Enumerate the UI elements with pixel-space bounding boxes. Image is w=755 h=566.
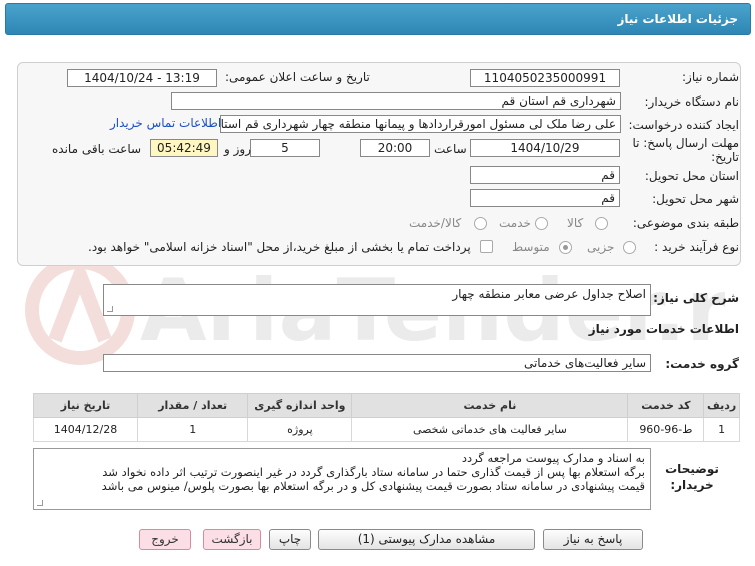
col-qty: تعداد / مقدار (136, 393, 249, 418)
resize-handle-icon[interactable] (107, 306, 113, 312)
days-field[interactable]: 5 (250, 139, 320, 157)
table-row: 1 ط-96-960 سایر فعالیت های خدماتی شخصی پ… (33, 417, 740, 442)
buyer-note-line: به اسناد و مدارک پیوست مراجعه گردد (461, 451, 645, 465)
process-option-minor: جزیی (587, 240, 615, 254)
attachments-button[interactable]: مشاهده مدارک پیوستی (1) (318, 529, 535, 550)
buyer-note-line: برگه استعلام بها پس از قیمت گذاری حتما د… (102, 465, 645, 479)
cell-index: 1 (703, 417, 740, 442)
cell-code: ط-96-960 (627, 417, 705, 442)
days-label: روز و (224, 142, 251, 156)
category-option-goods: کالا (567, 216, 584, 230)
announce-field[interactable]: 1404/10/24 - 13:19 (67, 69, 217, 87)
category-radio-service[interactable] (535, 217, 548, 230)
category-option-goods-service: کالا/خدمت (409, 216, 462, 230)
service-group-field[interactable]: سایر فعالیت‌های خدماتی (103, 354, 651, 372)
category-label: طبقه بندی موضوعی: (632, 216, 739, 230)
city-field[interactable]: قم (470, 189, 620, 207)
buyer-notes-field[interactable]: به اسناد و مدارک پیوست مراجعه گردد برگه … (33, 448, 651, 510)
table-header-row: ردیف کد خدمت نام خدمت واحد اندازه گیری ت… (33, 393, 740, 418)
back-button[interactable]: بازگشت (203, 529, 261, 550)
print-button[interactable]: چاپ (269, 529, 311, 550)
treasury-checkbox[interactable] (480, 240, 493, 253)
category-radio-goods-service[interactable] (474, 217, 487, 230)
col-name: نام خدمت (351, 393, 629, 418)
need-desc-text: اصلاح جداول عرضی معابر منطقه چهار (452, 287, 646, 301)
deadline-label: مهلت ارسال پاسخ: تا تاریخ: (632, 136, 739, 164)
cell-date: 1404/12/28 (33, 417, 138, 442)
buyer-notes-label: توضیحات خریدار: (665, 462, 719, 492)
contact-buyer-link[interactable]: اطلاعات تماس خریدار (110, 116, 221, 130)
city-label: شهر محل تحویل: (652, 192, 739, 206)
col-unit: واحد اندازه گیری (247, 393, 353, 418)
col-index: ردیف (703, 393, 740, 418)
payment-note: پرداخت تمام یا بخشی از مبلغ خرید،از محل … (88, 240, 471, 254)
cell-qty: 1 (136, 417, 249, 442)
creator-field[interactable]: علی رضا ملک لی مسئول امورقراردادها و پیم… (220, 115, 621, 133)
category-radio-goods[interactable] (595, 217, 608, 230)
page-header: جزئیات اطلاعات نیاز (5, 3, 751, 35)
process-label: نوع فرآیند خرید : (654, 240, 739, 254)
deadline-date-field[interactable]: 1404/10/29 (470, 139, 620, 157)
need-desc-label: شرح کلی نیاز: (653, 291, 739, 305)
buyer-org-label: نام دستگاه خریدار: (644, 95, 740, 109)
services-table: ردیف کد خدمت نام خدمت واحد اندازه گیری ت… (33, 393, 740, 442)
cell-unit: پروژه (247, 417, 353, 442)
need-desc-field[interactable]: اصلاح جداول عرضی معابر منطقه چهار (103, 284, 651, 316)
reply-button[interactable]: پاسخ به نیاز (543, 529, 643, 550)
time-label: ساعت (434, 142, 467, 156)
remaining-time-field: 05:42:49 (150, 139, 218, 157)
deadline-time-field[interactable]: 20:00 (360, 139, 430, 157)
service-group-label: گروه خدمت: (665, 357, 739, 371)
process-radio-minor[interactable] (623, 241, 636, 254)
category-option-service: خدمت (499, 216, 531, 230)
need-number-field[interactable]: 1104050235000991 (470, 69, 620, 87)
resize-handle-icon[interactable] (37, 500, 43, 506)
cell-name: سایر فعالیت های خدماتی شخصی (351, 417, 629, 442)
creator-label: ایجاد کننده درخواست: (628, 118, 739, 132)
col-date: تاریخ نیاز (33, 393, 138, 418)
exit-button[interactable]: خروج (139, 529, 191, 550)
process-radio-medium[interactable] (559, 241, 572, 254)
col-code: کد خدمت (627, 393, 705, 418)
need-number-label: شماره نیاز: (682, 70, 739, 84)
province-field[interactable]: قم (470, 166, 620, 184)
buyer-org-field[interactable]: شهرداری قم استان قم (171, 92, 621, 110)
page-title: جزئیات اطلاعات نیاز (617, 12, 738, 26)
province-label: استان محل تحویل: (644, 169, 739, 183)
announce-label: تاریخ و ساعت اعلان عمومی: (225, 70, 370, 84)
remaining-label: ساعت باقی مانده (52, 142, 142, 156)
services-section-title: اطلاعات خدمات مورد نیاز (588, 322, 739, 336)
process-option-medium: متوسط (512, 240, 550, 254)
buyer-note-line: قیمت پیشنهادی در سامانه ستاد بصورت قیمت … (101, 479, 645, 493)
